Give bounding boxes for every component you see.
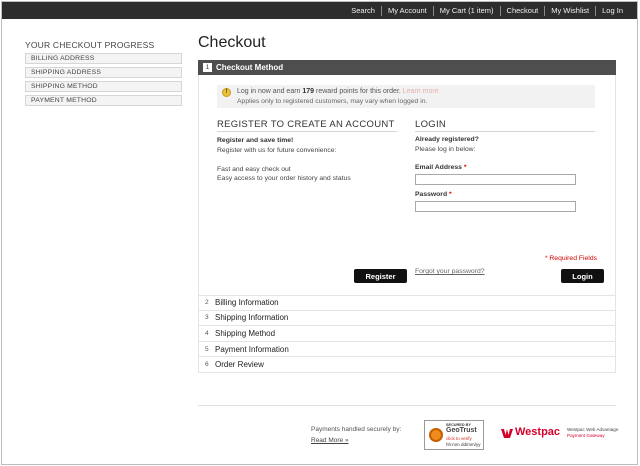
section-number: 1 <box>203 63 212 72</box>
register-intro: Register with us for future convenience: <box>217 147 337 154</box>
section-title: Shipping Method <box>215 328 276 338</box>
payments-handled-text: Payments handled securely by: <box>311 426 402 433</box>
checkout-progress: YOUR CHECKOUT PROGRESS BILLING ADDRESS S… <box>25 40 182 109</box>
top-nav-my-wishlist-link[interactable]: My Wishlist <box>544 5 595 16</box>
password-label: Password * <box>415 191 452 198</box>
register-heading: REGISTER TO CREATE AN ACCOUNT <box>217 119 395 130</box>
westpac-line-1: Westpac Web Advantage <box>567 427 619 432</box>
checkout-progress-title: YOUR CHECKOUT PROGRESS <box>25 40 155 50</box>
email-label: Email Address * <box>415 164 467 171</box>
top-nav-my-account-link[interactable]: My Account <box>380 5 433 16</box>
progress-step-shipping-method: SHIPPING METHOD <box>25 81 182 92</box>
notice-line-2: Applies only to registered customers, ma… <box>237 98 428 105</box>
reward-points-count: 179 <box>302 88 315 95</box>
top-nav-checkout-link[interactable]: Checkout <box>499 5 545 16</box>
top-nav-log-in-link[interactable]: Log In <box>595 5 629 16</box>
geotrust-brand: GeoTrust <box>446 427 477 434</box>
forgot-password-link[interactable]: Forgot your password? <box>415 268 485 275</box>
register-button[interactable]: Register <box>354 269 407 283</box>
section-title: Order Review <box>215 360 264 370</box>
geotrust-date: hh:mm dd/mm/yy <box>446 442 481 447</box>
footer-divider <box>198 405 616 406</box>
email-field[interactable] <box>415 174 576 185</box>
register-subheading: Register and save time! <box>217 137 294 144</box>
section-title: Shipping Information <box>215 313 289 323</box>
login-heading: LOGIN <box>415 119 447 130</box>
learn-more-link[interactable]: Learn more <box>403 88 439 95</box>
notice-line-1: Log in now and earn 179 reward points fo… <box>237 88 439 95</box>
geotrust-seal[interactable]: SECURED BY GeoTrust click to verify hh:m… <box>424 420 484 450</box>
section-header-checkout-method[interactable]: 1 Checkout Method <box>198 60 616 75</box>
progress-step-payment-method: PAYMENT METHOD <box>25 95 182 106</box>
section-number: 6 <box>205 361 209 369</box>
section-title: Checkout Method <box>216 63 284 72</box>
section-header-shipping-method[interactable]: 4 Shipping Method <box>198 326 616 342</box>
section-header-billing-information[interactable]: 2 Billing Information <box>198 295 616 311</box>
login-divider <box>415 131 595 132</box>
register-divider <box>217 131 397 132</box>
section-number: 3 <box>205 314 209 322</box>
section-number: 2 <box>205 299 209 307</box>
info-icon: ! <box>222 88 231 97</box>
progress-step-billing-address: BILLING ADDRESS <box>25 53 182 64</box>
required-fields-note: * Required Fields <box>544 255 597 262</box>
section-header-order-review[interactable]: 6 Order Review <box>198 357 616 373</box>
read-more-link[interactable]: Read More » <box>311 437 349 444</box>
top-bar: Search My Account My Cart (1 item) Check… <box>2 2 637 19</box>
checkout-main: Checkout 1 Checkout Method ! Log in now … <box>198 32 616 373</box>
section-number: 4 <box>205 329 209 337</box>
login-already-registered: Already registered? <box>415 136 479 143</box>
password-field[interactable] <box>415 201 576 212</box>
section-header-payment-information[interactable]: 5 Payment Information <box>198 341 616 358</box>
login-button[interactable]: Login <box>561 269 604 283</box>
westpac-brand: Westpac <box>515 426 561 438</box>
register-benefit-1: Fast and easy check out <box>217 166 291 173</box>
top-nav-my-cart-link[interactable]: My Cart (1 item) <box>432 5 500 16</box>
geotrust-logo-icon <box>429 428 443 442</box>
login-prompt: Please log in below: <box>415 146 476 153</box>
section-title: Payment Information <box>215 344 289 354</box>
geotrust-click-to-verify: click to verify <box>446 436 472 441</box>
reward-points-notice: ! Log in now and earn 179 reward points … <box>217 85 595 108</box>
westpac-line-2: Payment Gateway <box>567 433 605 438</box>
top-nav-search-link[interactable]: Search <box>345 6 381 16</box>
top-nav: Search My Account My Cart (1 item) Check… <box>345 2 629 19</box>
section-title: Billing Information <box>215 298 279 308</box>
progress-step-shipping-address: SHIPPING ADDRESS <box>25 67 182 78</box>
checkout-method-body: ! Log in now and earn 179 reward points … <box>198 75 616 295</box>
browser-frame: Search My Account My Cart (1 item) Check… <box>1 1 638 465</box>
section-number: 5 <box>205 345 209 353</box>
page-title: Checkout <box>198 34 266 51</box>
register-benefit-2: Easy access to your order history and st… <box>217 175 351 182</box>
section-header-shipping-information[interactable]: 3 Shipping Information <box>198 310 616 327</box>
westpac-logo-icon <box>501 429 513 438</box>
